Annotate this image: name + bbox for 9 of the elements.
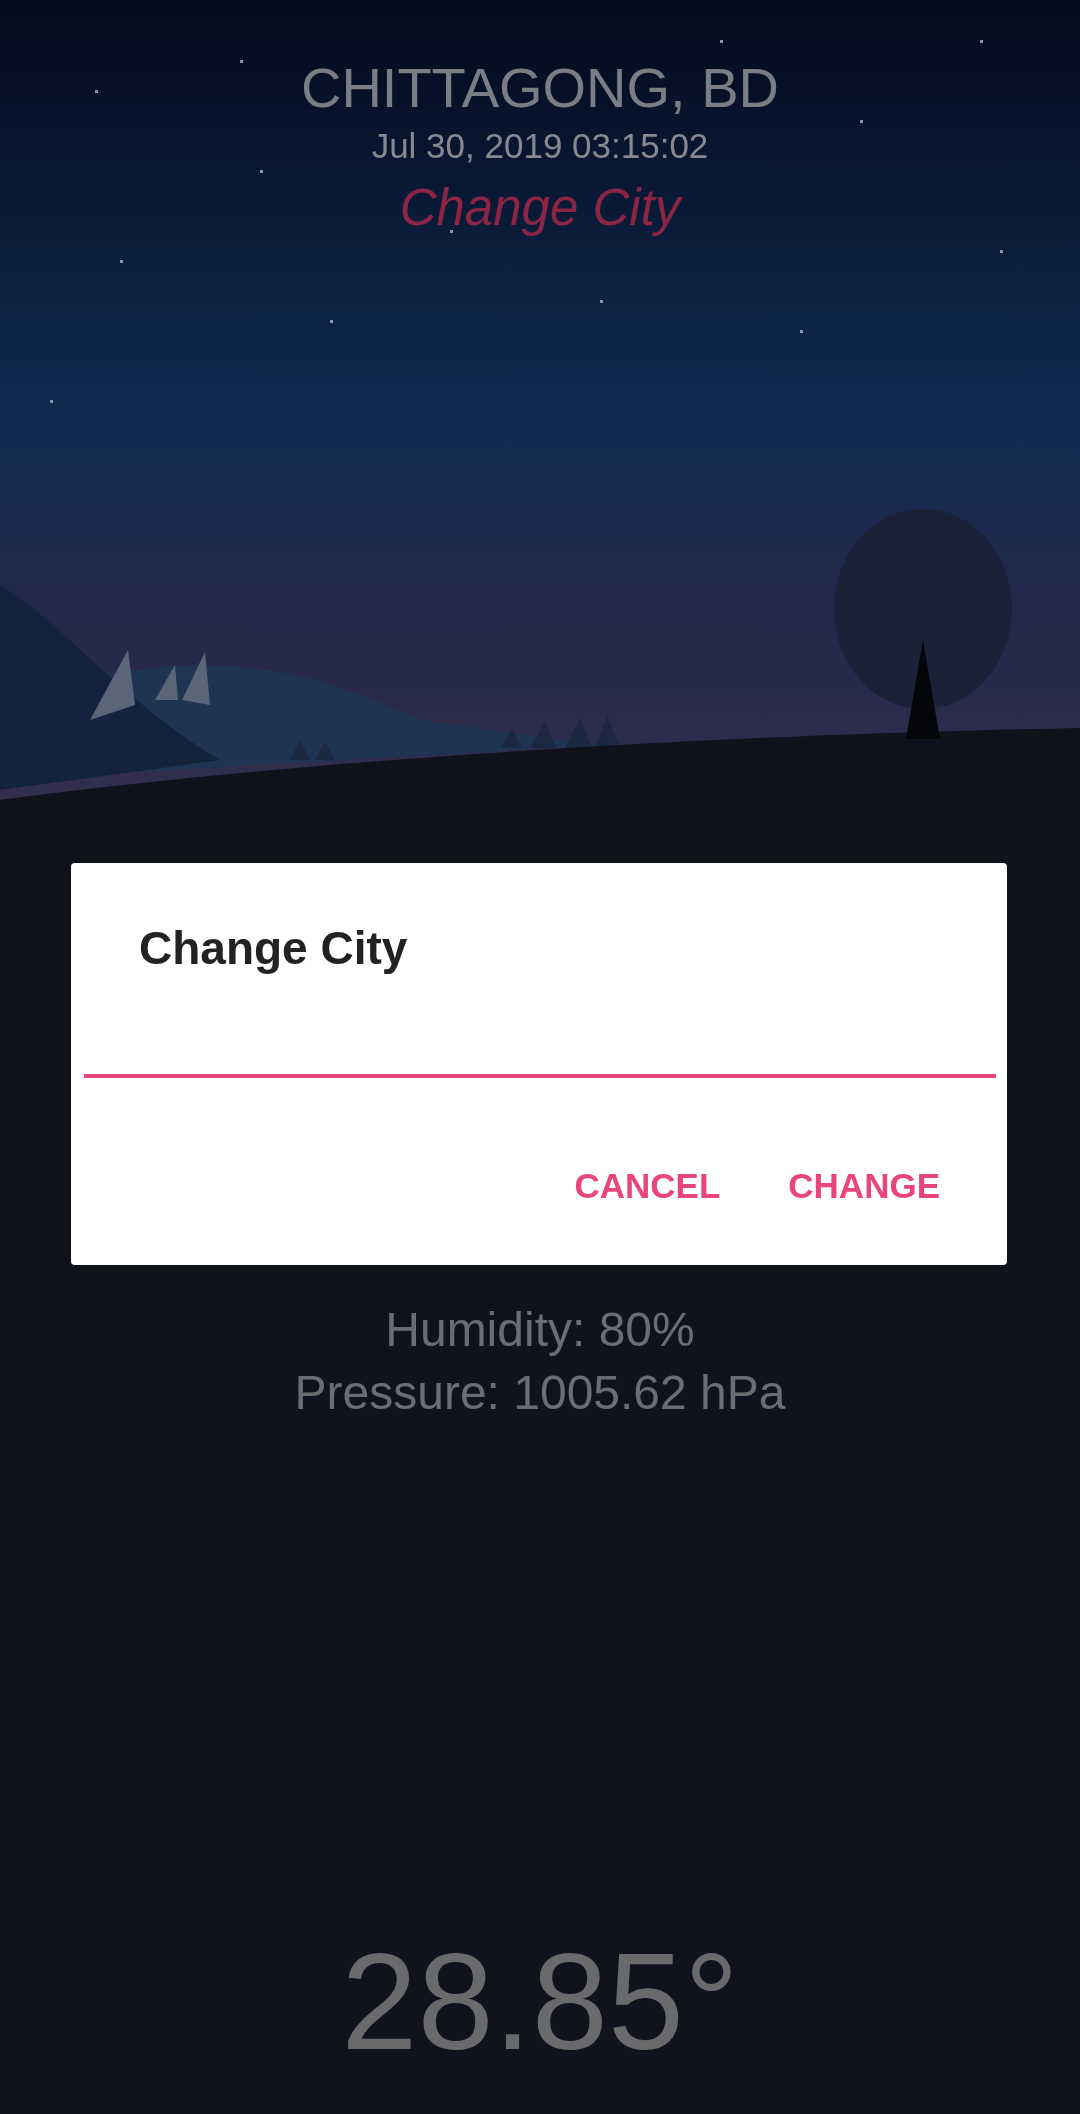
humidity-text: Humidity: 80%	[385, 1302, 695, 1358]
dialog-button[interactable]: CHANGE	[772, 1146, 956, 1226]
temperature: 28.85°	[341, 1924, 739, 2080]
dialog-title: Change City	[139, 921, 409, 976]
pressure-text: Pressure: 1005.62 hPa	[294, 1365, 786, 1421]
change-city-link[interactable]: Change City	[399, 180, 681, 236]
date-time: Jul 30, 2019 03:15:02	[371, 128, 709, 164]
dialog-button[interactable]: CANCEL	[558, 1146, 737, 1226]
city-name: CHITTAGONG, BD	[300, 56, 780, 120]
